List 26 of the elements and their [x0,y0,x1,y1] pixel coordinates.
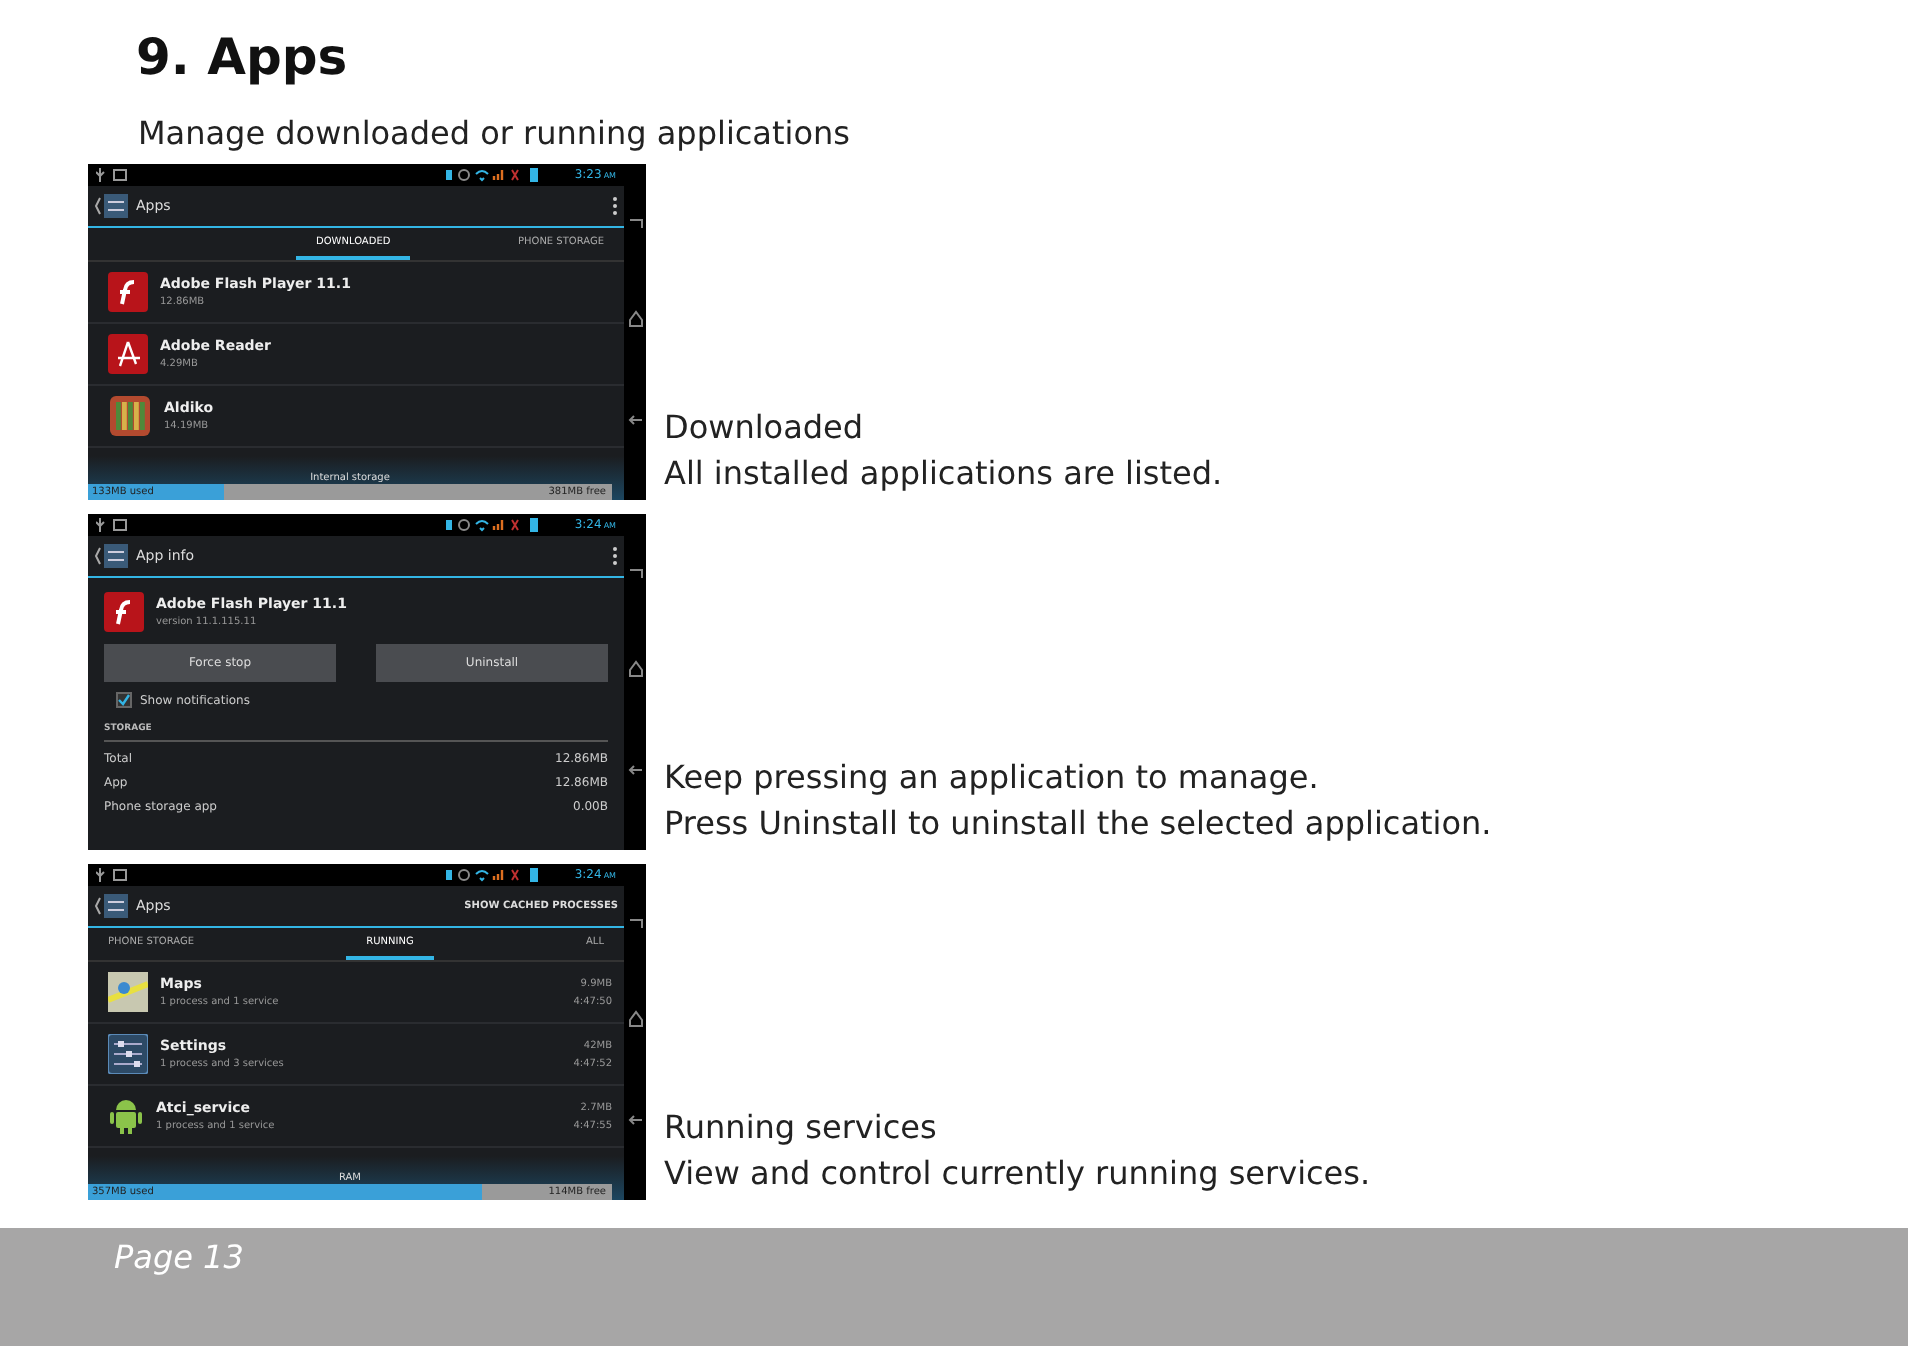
pdf-logo-icon [108,334,148,374]
settings-app-icon[interactable] [94,892,130,920]
sliders-icon [108,1034,148,1074]
settings-app-icon[interactable] [94,542,130,570]
checkbox[interactable] [116,692,132,708]
flash-logo-icon [108,272,148,312]
bookshelf-icon [108,394,152,438]
notification-icons-drawing [96,868,128,882]
caption-text: Running services [664,1106,939,1150]
caption-text: View and control currently running services. [664,1152,1371,1196]
caption-text: Downloaded [664,406,866,450]
caption-text: Keep pressing an application to manage. [664,756,1321,800]
flash-logo-icon [104,592,144,632]
caption-text: Press Uninstall to uninstall the selected application. [664,802,1492,846]
page-number: Page 13 [114,1238,244,1276]
android-robot-icon [108,1096,144,1136]
overflow-menu-icon[interactable] [612,546,618,566]
map-icon [108,972,148,1012]
intro-text: Manage downloaded or running applications [138,114,852,152]
caption-text: All installed applications are listed. [664,452,1223,496]
notification-icons-drawing [96,518,128,532]
notification-icons-drawing [96,168,128,182]
overflow-menu-icon[interactable] [612,196,618,216]
page-heading: 9. Apps [136,28,350,86]
checkmark-icon [118,694,130,706]
settings-app-icon[interactable] [94,192,130,220]
